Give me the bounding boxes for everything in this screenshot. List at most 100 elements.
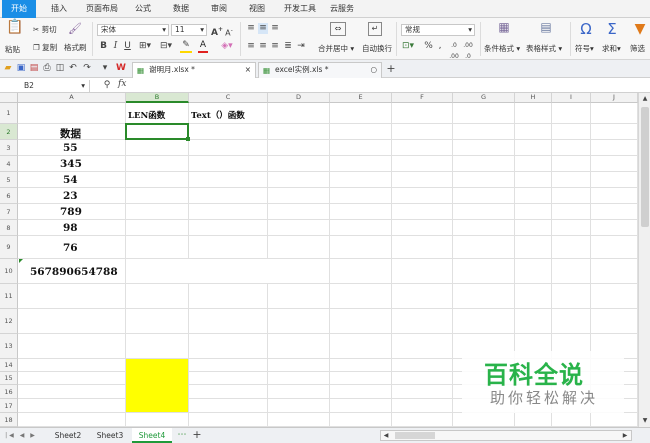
sheet-tab-sheet2[interactable]: Sheet2 xyxy=(48,428,88,443)
horizontal-scrollbar[interactable]: ◀ ▶ xyxy=(380,430,632,441)
open-folder-icon[interactable]: ▰ xyxy=(3,63,13,74)
format-painter-button[interactable]: 格式刷 xyxy=(64,42,87,53)
scroll-right-icon[interactable]: ▶ xyxy=(621,430,629,441)
new-tab-icon[interactable]: + xyxy=(386,63,396,74)
align-right-icon[interactable]: ≡ xyxy=(270,41,280,52)
row-header-5[interactable]: 5 xyxy=(0,172,18,188)
column-header-c[interactable]: C xyxy=(189,93,268,103)
row-header-6[interactable]: 6 xyxy=(0,188,18,204)
decrease-decimal-icon[interactable]: .00.0 xyxy=(462,40,474,62)
vertical-scrollbar[interactable]: ▲ ▼ xyxy=(638,93,650,427)
undo-icon[interactable]: ↶ xyxy=(68,63,78,74)
merge-center-icon[interactable]: ⇔ xyxy=(330,22,346,36)
font-size-select[interactable]: 11 ▾ xyxy=(171,24,207,36)
column-header-j[interactable]: J xyxy=(591,93,638,103)
column-header-d[interactable]: D xyxy=(268,93,330,103)
row-header-3[interactable]: 3 xyxy=(0,140,18,156)
italic-icon[interactable]: I xyxy=(111,41,120,52)
border-icon[interactable]: ⊞▾ xyxy=(138,41,152,52)
row-header-2[interactable]: 2 xyxy=(0,124,18,140)
cell-a6[interactable]: 23 xyxy=(63,190,78,202)
font-shrink-icon[interactable]: A- xyxy=(224,25,234,39)
redo-icon[interactable]: ↷ xyxy=(82,63,92,74)
row-header-13[interactable]: 13 xyxy=(0,334,18,359)
row-header-15[interactable]: 15 xyxy=(0,372,18,385)
align-bottom-icon[interactable]: ≡ xyxy=(270,23,280,34)
format-painter-icon[interactable]: 🖌 xyxy=(68,23,82,34)
more-dropdown-icon[interactable]: ▾ xyxy=(100,63,110,74)
comma-icon[interactable]: , xyxy=(436,41,444,52)
cell-a7[interactable]: 789 xyxy=(60,206,82,218)
formula-input[interactable] xyxy=(138,80,638,92)
close-icon[interactable]: ○ xyxy=(370,63,377,77)
zoom-icon[interactable]: ⚲ xyxy=(102,80,112,91)
doc-tab-xie-mingyue[interactable]: ▦ 谢明月.xlsx * × xyxy=(132,62,256,78)
wrap-text-icon[interactable]: ↵ xyxy=(368,22,382,36)
justify-icon[interactable]: ≣ xyxy=(283,41,293,52)
copy-button[interactable]: ❐ 复制 xyxy=(33,42,57,53)
cell-c1[interactable]: Text（）函数 xyxy=(191,109,245,121)
row-header-14[interactable]: 14 xyxy=(0,359,18,372)
omega-icon[interactable]: Ω xyxy=(578,21,594,37)
fill-color-icon[interactable]: ⊟▾ xyxy=(160,41,172,52)
highlighted-range[interactable] xyxy=(126,359,188,412)
row-header-17[interactable]: 17 xyxy=(0,399,18,413)
sum-button[interactable]: 求和▾ xyxy=(602,43,621,54)
tab-insert[interactable]: 插入 xyxy=(42,0,76,18)
percent-icon[interactable]: % xyxy=(424,41,433,52)
merge-center-button[interactable]: 合并居中 ▾ xyxy=(318,43,354,54)
row-header-7[interactable]: 7 xyxy=(0,204,18,220)
indent-icon[interactable]: ⇥ xyxy=(296,41,306,52)
increase-decimal-icon[interactable]: .0.00 xyxy=(448,40,460,62)
cell-b1[interactable]: LEN函数 xyxy=(128,109,165,121)
column-header-e[interactable]: E xyxy=(330,93,392,103)
active-cell-b2[interactable] xyxy=(125,123,189,140)
sheet-tab-sheet3[interactable]: Sheet3 xyxy=(90,428,130,443)
print-preview-icon[interactable]: ◫ xyxy=(55,63,65,74)
cell-a3[interactable]: 55 xyxy=(63,142,78,154)
font-grow-icon[interactable]: A+ xyxy=(211,24,223,39)
select-all-corner[interactable] xyxy=(0,93,18,103)
cell-a10[interactable]: 567890654788 xyxy=(30,266,118,278)
row-header-1[interactable]: 1 xyxy=(0,103,18,124)
more-sheets-icon[interactable]: ⋯ xyxy=(176,430,188,441)
column-header-h[interactable]: H xyxy=(515,93,552,103)
conditional-format-button[interactable]: 条件格式 ▾ xyxy=(484,43,520,54)
sigma-icon[interactable]: Σ xyxy=(604,21,620,37)
symbol-button[interactable]: 符号▾ xyxy=(575,43,594,54)
font-name-select[interactable]: 宋体 ▾ xyxy=(97,24,169,36)
paste-icon[interactable]: 📋 xyxy=(6,20,24,38)
number-format-select[interactable]: 常规 ▾ xyxy=(401,24,475,36)
sheet-tab-sheet4[interactable]: Sheet4 xyxy=(132,428,172,443)
conditional-format-icon[interactable]: ▦ xyxy=(496,21,512,38)
column-header-a[interactable]: A xyxy=(18,93,126,103)
row-header-16[interactable]: 16 xyxy=(0,385,18,399)
cell-a8[interactable]: 98 xyxy=(63,222,78,234)
cell-a9[interactable]: 76 xyxy=(63,242,78,254)
align-center-icon[interactable]: ≡ xyxy=(258,41,268,52)
scroll-thumb[interactable] xyxy=(641,107,649,227)
sheet-nav-arrows-icon[interactable]: |◀ ◀ ▶ ▶| xyxy=(4,430,38,443)
column-header-g[interactable]: G xyxy=(453,93,515,103)
table-style-icon[interactable]: ▤ xyxy=(538,21,554,38)
row-header-4[interactable]: 4 xyxy=(0,156,18,172)
tab-review[interactable]: 审阅 xyxy=(204,0,234,18)
row-header-12[interactable]: 12 xyxy=(0,309,18,334)
filter-button[interactable]: 筛选 xyxy=(630,43,645,54)
name-box[interactable]: B2 ▾ xyxy=(0,80,90,92)
paste-button[interactable]: 粘贴 xyxy=(5,44,20,55)
table-style-button[interactable]: 表格样式 ▾ xyxy=(526,43,562,54)
row-header-8[interactable]: 8 xyxy=(0,220,18,236)
currency-icon[interactable]: ⊡▾ xyxy=(402,41,414,52)
cut-button[interactable]: ✂ 剪切 xyxy=(33,24,57,35)
scroll-down-icon[interactable]: ▼ xyxy=(641,415,649,426)
column-header-b[interactable]: B xyxy=(126,93,189,103)
print-icon[interactable]: ⎙ xyxy=(42,63,52,74)
scroll-left-icon[interactable]: ◀ xyxy=(382,430,390,441)
filter-icon[interactable]: ▼ xyxy=(633,21,647,37)
align-left-icon[interactable]: ≡ xyxy=(246,41,256,52)
tab-view[interactable]: 视图 xyxy=(242,0,272,18)
cell-a2[interactable]: 数据 xyxy=(60,126,81,141)
close-icon[interactable]: × xyxy=(245,63,251,77)
align-middle-icon[interactable]: ≡ xyxy=(258,23,268,34)
